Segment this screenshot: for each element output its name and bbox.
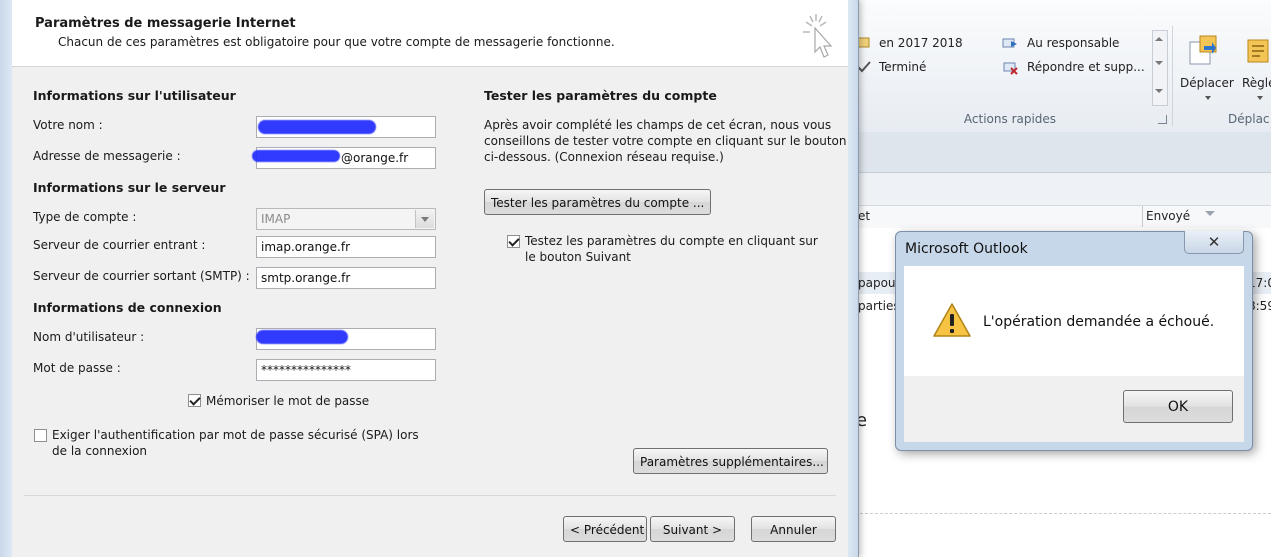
- wizard-cursor-icon: [800, 12, 836, 63]
- footer-divider: [24, 495, 836, 496]
- section-server-info: Informations sur le serveur: [33, 180, 226, 195]
- cancel-button[interactable]: Annuler: [751, 516, 836, 542]
- message-list-header: et Envoyé: [850, 205, 1271, 229]
- column-separator: [1142, 206, 1143, 227]
- section-user-info: Informations sur l'utilisateur: [33, 88, 236, 103]
- test-on-next-label-line1[interactable]: Testez les paramètres du compte en cliqu…: [525, 234, 818, 248]
- redaction-scribble: [256, 330, 348, 344]
- dialog-frame-left: [0, 0, 12, 557]
- remember-password-label[interactable]: Mémoriser le mot de passe: [206, 394, 369, 408]
- ok-button[interactable]: OK: [1123, 390, 1233, 423]
- test-account-button[interactable]: Tester les paramètres du compte ...: [484, 189, 711, 215]
- section-login-info: Informations de connexion: [33, 300, 222, 315]
- next-button[interactable]: Suivant >: [650, 516, 735, 542]
- username-label: Nom d'utilisateur :: [33, 330, 145, 344]
- folder-band: [850, 132, 1271, 173]
- group-separator: [1172, 26, 1173, 126]
- group-label-move: Déplac: [1228, 112, 1270, 126]
- alert-message: L'opération demandée a échoué.: [983, 314, 1215, 330]
- column-subject[interactable]: et: [858, 209, 870, 223]
- password-label: Mot de passe :: [33, 361, 121, 375]
- scroll-up-icon[interactable]: [1155, 37, 1163, 41]
- test-on-next-checkbox[interactable]: [507, 235, 520, 248]
- quick-steps-scrollbar[interactable]: [1152, 30, 1168, 106]
- row-subject: papou: [858, 276, 896, 290]
- dialog-title: Paramètres de messagerie Internet: [35, 16, 296, 31]
- email-label: Adresse de messagerie :: [33, 149, 181, 163]
- redaction-scribble: [252, 150, 340, 162]
- more-settings-button[interactable]: Paramètres supplémentaires...: [633, 448, 828, 474]
- scroll-down-icon[interactable]: [1155, 61, 1163, 65]
- spa-label-line1[interactable]: Exiger l'authentification par mot de pas…: [52, 428, 419, 442]
- name-label: Votre nom :: [33, 118, 103, 132]
- account-settings-dialog: Paramètres de messagerie Internet Chacun…: [0, 0, 859, 557]
- outgoing-server-label: Serveur de courrier sortant (SMTP) :: [33, 269, 250, 283]
- section-test-settings: Tester les paramètres du compte: [484, 88, 717, 103]
- account-type-label: Type de compte :: [33, 210, 137, 224]
- column-sent[interactable]: Envoyé: [1146, 209, 1190, 223]
- test-description-line3: ci-dessous. (Connexion réseau requise.): [484, 150, 724, 164]
- spa-label-line2[interactable]: de la connexion: [52, 444, 147, 458]
- account-type-select: IMAP: [256, 208, 436, 230]
- warning-icon: [932, 302, 972, 341]
- dialog-header: [12, 0, 848, 67]
- dialog-launcher-icon[interactable]: [1158, 115, 1167, 124]
- incoming-server-field[interactable]: imap.orange.fr: [256, 236, 436, 258]
- error-alert-dialog: Microsoft Outlook ✕ L'opération demandée…: [895, 231, 1253, 451]
- rules-dropdown-icon[interactable]: [1257, 96, 1263, 100]
- rules-icon[interactable]: [1246, 34, 1271, 69]
- test-on-next-label-line2[interactable]: le bouton Suivant: [525, 250, 631, 264]
- rules-button[interactable]: Règle: [1242, 76, 1271, 90]
- ribbon: en 2017 2018 Au responsable Terminé Répo…: [850, 0, 1271, 133]
- remember-password-checkbox[interactable]: [188, 394, 201, 407]
- spa-checkbox[interactable]: [34, 429, 47, 442]
- alert-title: Microsoft Outlook: [905, 241, 1028, 257]
- quick-step-done[interactable]: Terminé: [879, 60, 926, 74]
- move-folder-icon[interactable]: [1188, 34, 1218, 69]
- back-button[interactable]: < Précédent: [563, 516, 647, 542]
- outgoing-server-field[interactable]: smtp.orange.fr: [256, 267, 436, 289]
- dialog-subtitle: Chacun de ces paramètres est obligatoire…: [58, 35, 615, 49]
- quick-step-reply-delete[interactable]: Répondre et supp...: [1027, 60, 1145, 74]
- redaction-scribble: [258, 120, 376, 134]
- row-subject: parties: [858, 299, 900, 313]
- dialog-frame-right: [848, 0, 858, 557]
- incoming-server-label: Serveur de courrier entrant :: [33, 238, 206, 252]
- password-field[interactable]: ***************: [256, 359, 436, 381]
- quick-step-year[interactable]: en 2017 2018: [879, 36, 963, 50]
- quick-step-manager[interactable]: Au responsable: [1027, 36, 1119, 50]
- sort-arrow-icon: [1205, 211, 1215, 216]
- close-icon[interactable]: ✕: [1184, 231, 1244, 254]
- reply-delete-icon: [1002, 59, 1018, 75]
- move-button[interactable]: Déplacer: [1180, 76, 1234, 90]
- chevron-down-icon: [415, 210, 434, 228]
- test-description-line2: conseillons de tester votre compte en cl…: [484, 134, 847, 148]
- group-label-quick-steps: Actions rapides: [963, 112, 1057, 126]
- move-dropdown-icon[interactable]: [1205, 96, 1211, 100]
- reading-pane-divider: [850, 513, 1271, 514]
- email-field-value: @orange.fr: [341, 151, 409, 165]
- expand-gallery-icon[interactable]: [1155, 89, 1163, 93]
- test-description-line1: Après avoir complété les champs de cet é…: [484, 118, 832, 132]
- forward-icon: [1002, 35, 1018, 51]
- list-header-strip: [850, 173, 1271, 205]
